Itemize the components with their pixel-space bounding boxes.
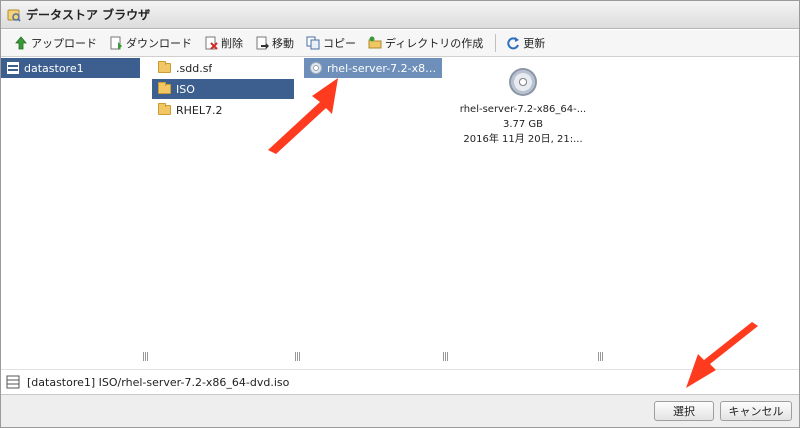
datastore-path-icon <box>6 375 20 389</box>
upload-arrow-icon <box>14 36 28 50</box>
datastore-column: datastore1 <box>1 58 140 368</box>
folder-label: ISO <box>176 82 195 96</box>
copy-label: コピー <box>323 37 356 50</box>
disc-image-icon <box>310 62 322 74</box>
folder-item[interactable]: .sdd.sf <box>152 58 294 78</box>
file-preview: rhel-server-7.2-x86_64-... 3.77 GB 2016年… <box>448 68 598 147</box>
download-icon <box>109 36 123 50</box>
column-resize-handle[interactable]: ||| <box>596 352 604 364</box>
download-button[interactable]: ダウンロード <box>104 32 197 54</box>
file-browser: datastore1 .sdd.sf ISO RHEL7.2 rhel-serv… <box>1 58 799 368</box>
toolbar-separator <box>495 34 497 52</box>
refresh-icon <box>506 36 520 50</box>
folder-icon <box>158 103 171 115</box>
copy-button[interactable]: コピー <box>301 32 361 54</box>
upload-button[interactable]: アップロード <box>9 32 102 54</box>
new-folder-icon <box>368 36 382 50</box>
preview-filename: rhel-server-7.2-x86_64-... <box>459 104 587 115</box>
datastore-browser-window: データストア ブラウザ アップロード ダウンロード 削除 移動 コピー ディレク… <box>0 0 800 428</box>
create-directory-label: ディレクトリの作成 <box>385 37 484 50</box>
cancel-button[interactable]: キャンセル <box>720 401 792 421</box>
datastore-item[interactable]: datastore1 <box>1 58 140 78</box>
preview-modified: 2016年 11月 20日, 21:... <box>463 134 583 145</box>
folder-icon <box>158 61 171 73</box>
toolbar: アップロード ダウンロード 削除 移動 コピー ディレクトリの作成 更新 <box>1 30 799 57</box>
move-label: 移動 <box>272 37 294 50</box>
path-bar: [datastore1] ISO/rhel-server-7.2-x86_64-… <box>1 369 799 394</box>
file-item-selected[interactable]: rhel-server-7.2-x86... <box>304 58 442 78</box>
copy-icon <box>306 36 320 50</box>
move-icon <box>255 36 269 50</box>
delete-label: 削除 <box>221 37 243 50</box>
title-bar: データストア ブラウザ <box>1 1 799 29</box>
file-label: rhel-server-7.2-x86... <box>327 61 442 75</box>
window-title: データストア ブラウザ <box>26 8 151 22</box>
folder-item[interactable]: RHEL7.2 <box>152 100 294 120</box>
refresh-label: 更新 <box>523 37 546 50</box>
file-column: rhel-server-7.2-x86... <box>304 58 442 368</box>
folder-label: RHEL7.2 <box>176 103 223 117</box>
disc-image-icon <box>509 68 537 96</box>
delete-icon <box>204 36 218 50</box>
column-resize-handle[interactable]: ||| <box>441 352 449 364</box>
folder-icon <box>158 82 171 94</box>
column-resize-handle[interactable]: ||| <box>141 352 149 364</box>
datastore-icon <box>7 62 19 74</box>
select-button[interactable]: 選択 <box>654 401 714 421</box>
selected-path: [datastore1] ISO/rhel-server-7.2-x86_64-… <box>27 375 290 389</box>
folder-column: .sdd.sf ISO RHEL7.2 <box>152 58 294 368</box>
upload-label: アップロード <box>31 37 97 50</box>
delete-button[interactable]: 削除 <box>199 32 248 54</box>
move-button[interactable]: 移動 <box>250 32 299 54</box>
dialog-footer: 選択 キャンセル <box>1 394 799 427</box>
preview-size: 3.77 GB <box>502 119 544 130</box>
download-label: ダウンロード <box>126 37 192 50</box>
column-resize-handle[interactable]: ||| <box>293 352 301 364</box>
datastore-label: datastore1 <box>24 61 84 75</box>
datastore-browser-icon <box>7 8 21 22</box>
create-directory-button[interactable]: ディレクトリの作成 <box>363 32 488 54</box>
refresh-button[interactable]: 更新 <box>501 32 550 54</box>
folder-label: .sdd.sf <box>176 61 213 75</box>
folder-item-selected[interactable]: ISO <box>152 79 294 99</box>
